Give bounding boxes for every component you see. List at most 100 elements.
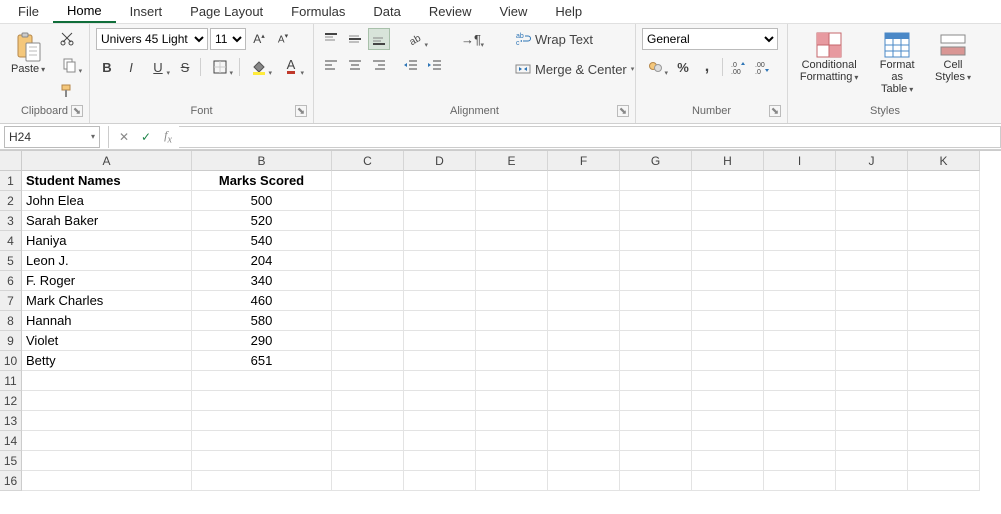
col-header-H[interactable]: H: [692, 151, 764, 171]
cell-C6[interactable]: [332, 271, 404, 291]
cell-E1[interactable]: [476, 171, 548, 191]
wrap-text-button[interactable]: abc Wrap Text: [510, 28, 620, 50]
cell-C5[interactable]: [332, 251, 404, 271]
align-right-button[interactable]: [368, 54, 390, 76]
cell-H2[interactable]: [692, 191, 764, 211]
row-header-1[interactable]: 1: [0, 171, 22, 191]
cancel-formula-button[interactable]: ✕: [113, 126, 135, 148]
cell-A4[interactable]: Haniya: [22, 231, 192, 251]
cell-C15[interactable]: [332, 451, 404, 471]
cell-D4[interactable]: [404, 231, 476, 251]
cell-D10[interactable]: [404, 351, 476, 371]
row-header-12[interactable]: 12: [0, 391, 22, 411]
cell-F2[interactable]: [548, 191, 620, 211]
row-header-8[interactable]: 8: [0, 311, 22, 331]
select-all-corner[interactable]: [0, 151, 22, 171]
cell-F1[interactable]: [548, 171, 620, 191]
cell-J10[interactable]: [836, 351, 908, 371]
cell-B10[interactable]: 651: [192, 351, 332, 371]
comma-button[interactable]: ,: [696, 56, 718, 78]
bold-button[interactable]: B: [96, 56, 118, 78]
cell-K13[interactable]: [908, 411, 980, 431]
cell-E8[interactable]: [476, 311, 548, 331]
cell-D12[interactable]: [404, 391, 476, 411]
cell-D15[interactable]: [404, 451, 476, 471]
cell-G8[interactable]: [620, 311, 692, 331]
align-center-button[interactable]: [344, 54, 366, 76]
cell-F8[interactable]: [548, 311, 620, 331]
cell-H10[interactable]: [692, 351, 764, 371]
cell-B8[interactable]: 580: [192, 311, 332, 331]
cell-A2[interactable]: John Elea: [22, 191, 192, 211]
cell-H14[interactable]: [692, 431, 764, 451]
shrink-font-button[interactable]: A▾: [272, 28, 294, 50]
cell-I5[interactable]: [764, 251, 836, 271]
cell-K9[interactable]: [908, 331, 980, 351]
cell-J12[interactable]: [836, 391, 908, 411]
cell-A15[interactable]: [22, 451, 192, 471]
cell-D3[interactable]: [404, 211, 476, 231]
cell-C14[interactable]: [332, 431, 404, 451]
cell-C16[interactable]: [332, 471, 404, 491]
menu-insert[interactable]: Insert: [116, 1, 177, 22]
cell-F15[interactable]: [548, 451, 620, 471]
cell-F5[interactable]: [548, 251, 620, 271]
cell-G13[interactable]: [620, 411, 692, 431]
cell-K6[interactable]: [908, 271, 980, 291]
merge-center-button[interactable]: Merge & Center▾: [510, 58, 640, 80]
cell-C8[interactable]: [332, 311, 404, 331]
cell-E5[interactable]: [476, 251, 548, 271]
cell-A13[interactable]: [22, 411, 192, 431]
cell-I4[interactable]: [764, 231, 836, 251]
row-header-4[interactable]: 4: [0, 231, 22, 251]
menu-review[interactable]: Review: [415, 1, 486, 22]
cell-F12[interactable]: [548, 391, 620, 411]
cell-E2[interactable]: [476, 191, 548, 211]
text-direction-button[interactable]: →¶▾: [456, 28, 486, 50]
col-header-F[interactable]: F: [548, 151, 620, 171]
cell-J8[interactable]: [836, 311, 908, 331]
cell-B7[interactable]: 460: [192, 291, 332, 311]
cell-F16[interactable]: [548, 471, 620, 491]
format-painter-button[interactable]: [56, 80, 78, 102]
name-box[interactable]: H24▾: [4, 126, 100, 148]
cell-E12[interactable]: [476, 391, 548, 411]
cell-E11[interactable]: [476, 371, 548, 391]
cell-H3[interactable]: [692, 211, 764, 231]
strikethrough-button[interactable]: S: [174, 56, 196, 78]
cell-K3[interactable]: [908, 211, 980, 231]
cell-J15[interactable]: [836, 451, 908, 471]
cell-F10[interactable]: [548, 351, 620, 371]
cell-E6[interactable]: [476, 271, 548, 291]
increase-indent-button[interactable]: [424, 54, 446, 76]
cell-G5[interactable]: [620, 251, 692, 271]
font-color-button[interactable]: A▾: [276, 56, 306, 78]
currency-button[interactable]: ▾: [642, 56, 670, 78]
cell-B5[interactable]: 204: [192, 251, 332, 271]
cell-E15[interactable]: [476, 451, 548, 471]
cell-B11[interactable]: [192, 371, 332, 391]
cell-C9[interactable]: [332, 331, 404, 351]
cell-D7[interactable]: [404, 291, 476, 311]
cell-E16[interactable]: [476, 471, 548, 491]
cell-K1[interactable]: [908, 171, 980, 191]
row-header-13[interactable]: 13: [0, 411, 22, 431]
font-size-select[interactable]: 11: [210, 28, 246, 50]
cell-G15[interactable]: [620, 451, 692, 471]
cell-A5[interactable]: Leon J.: [22, 251, 192, 271]
cell-F3[interactable]: [548, 211, 620, 231]
cell-G3[interactable]: [620, 211, 692, 231]
cell-A3[interactable]: Sarah Baker: [22, 211, 192, 231]
cell-G16[interactable]: [620, 471, 692, 491]
cell-G9[interactable]: [620, 331, 692, 351]
cell-G10[interactable]: [620, 351, 692, 371]
cell-E9[interactable]: [476, 331, 548, 351]
cell-A14[interactable]: [22, 431, 192, 451]
cell-A1[interactable]: Student Names: [22, 171, 192, 191]
cell-J14[interactable]: [836, 431, 908, 451]
cell-D1[interactable]: [404, 171, 476, 191]
cell-G4[interactable]: [620, 231, 692, 251]
cell-G6[interactable]: [620, 271, 692, 291]
cell-A12[interactable]: [22, 391, 192, 411]
cell-H15[interactable]: [692, 451, 764, 471]
